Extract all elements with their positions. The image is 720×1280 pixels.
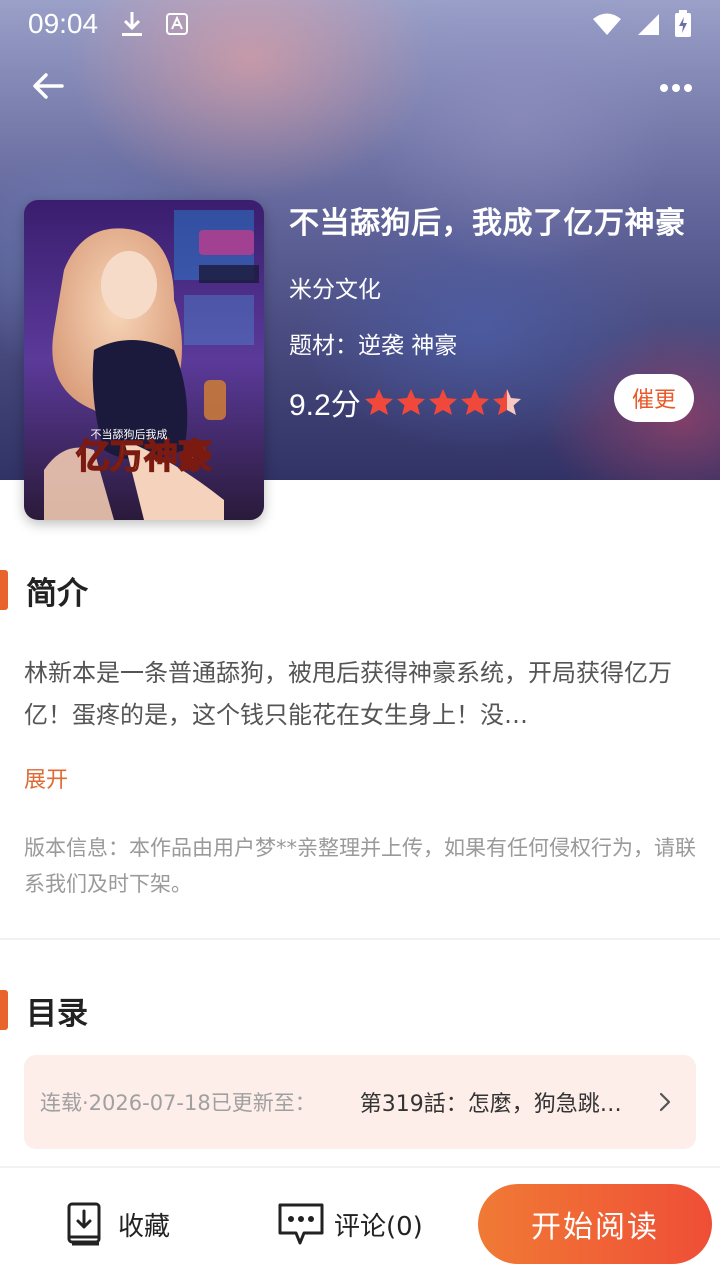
rating-stars [363,387,523,417]
favorite-button[interactable]: 收藏 [64,1200,170,1248]
book-author[interactable]: 米分文化 [289,274,709,306]
book-score: 9.2分 [289,389,361,422]
font-icon [166,13,189,35]
start-reading-button[interactable]: 开始阅读 [478,1184,712,1264]
more-options-icon[interactable] [656,68,696,108]
top-nav [0,62,720,112]
section-accent-bar [0,570,8,610]
download-icon [122,12,143,36]
battery-icon [675,10,691,37]
bottom-action-bar: 收藏 评论(0) 开始阅读 [0,1168,720,1280]
half-star-icon [492,389,521,415]
expand-link[interactable]: 展开 [24,762,68,794]
catalog-title: 目录 [26,995,88,1032]
synopsis-text: 林新本是一条普通舔狗，被甩后获得神豪系统，开局获得亿万亿！蛋疼的是，这个钱只能花… [24,659,672,729]
section-divider [0,938,720,940]
urge-update-button[interactable]: 催更 [614,374,694,422]
book-cover[interactable]: 亿万神豪 不当舔狗后我成 [24,200,264,520]
status-time: 09:04 [28,8,99,39]
section-accent-bar [0,990,8,1030]
signal-icon [638,14,659,35]
cover-title-text: 亿万神豪 [76,437,212,477]
book-genre: 题材：逆袭 神豪 [289,330,709,362]
star-icon [460,389,489,415]
book-title: 不当舔狗后，我成了亿万神豪 [289,206,686,241]
comment-icon [278,1203,324,1245]
star-icon [428,389,457,415]
star-icon [364,389,393,415]
version-info: 版本信息：本作品由用户梦**亲整理并上传，如果有任何侵权行为，请联系我们及时下架… [24,836,696,896]
comment-label: 评论(0) [334,1211,423,1242]
star-icon [396,389,425,415]
status-bar: 09:04 [0,0,720,48]
synopsis-title: 简介 [26,575,88,612]
latest-chapter: 第319話：怎麼，狗急跳… [359,1092,622,1117]
genre-tags: 逆袭 神豪 [358,333,458,359]
latest-chapter-card[interactable]: 连载·2026-07-18已更新至： 第319話：怎麼，狗急跳… [24,1055,696,1149]
update-status: 连载·2026-07-18已更新至： [40,1091,316,1115]
cover-subtitle-text: 不当舔狗后我成 [91,427,168,441]
synopsis-header: 简介 [0,568,88,612]
back-arrow-icon[interactable] [28,66,68,106]
comment-button[interactable]: 评论(0) [276,1200,423,1248]
wifi-icon [593,13,621,35]
genre-label: 题材： [289,333,358,359]
bookshelf-icon [67,1202,101,1246]
favorite-label: 收藏 [118,1211,171,1242]
catalog-header: 目录 [0,988,88,1032]
book-cover-art: 亿万神豪 不当舔狗后我成 [24,200,264,520]
chevron-right-icon [659,1092,671,1112]
